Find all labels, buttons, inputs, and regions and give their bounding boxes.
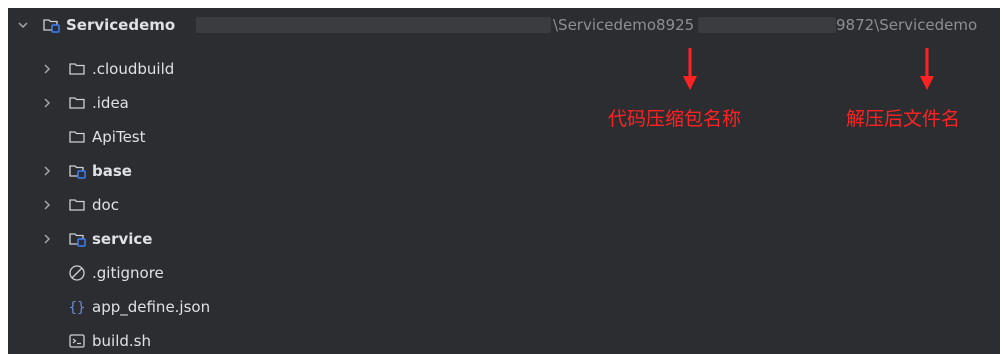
tree-item-label: .cloudbuild xyxy=(92,60,175,78)
redacted-path-block xyxy=(698,17,836,33)
chevron-right-icon[interactable] xyxy=(40,232,54,246)
ignored-file-icon xyxy=(68,264,86,282)
chevron-right-icon[interactable] xyxy=(40,62,54,76)
tree-item[interactable]: .gitignore xyxy=(8,256,1000,290)
tree-item-label: build.sh xyxy=(92,332,151,350)
tree-item[interactable]: base xyxy=(8,154,1000,188)
folder-icon xyxy=(68,128,86,146)
annotation-arrow-right xyxy=(920,48,934,90)
annotation-arrow-left xyxy=(683,48,697,90)
tree-item-label: app_define.json xyxy=(92,298,211,316)
folder-icon xyxy=(68,94,86,112)
tree-item[interactable]: doc xyxy=(8,188,1000,222)
module-folder-icon xyxy=(42,16,60,34)
chevron-down-icon[interactable] xyxy=(16,18,30,32)
folder-icon xyxy=(68,196,86,214)
svg-text:{}: {} xyxy=(69,300,86,316)
annotation-archive-name: 代码压缩包名称 xyxy=(608,108,742,130)
tree-item-label: .gitignore xyxy=(92,264,164,282)
annotation-extracted-name: 解压后文件名 xyxy=(846,108,961,130)
chevron-right-icon[interactable] xyxy=(40,96,54,110)
module-folder-icon xyxy=(68,162,86,180)
folder-icon xyxy=(68,60,86,78)
chevron-right-icon[interactable] xyxy=(40,164,54,178)
tree-item-label: .idea xyxy=(92,94,129,112)
module-folder-icon xyxy=(68,230,86,248)
tree-item-label: ApiTest xyxy=(92,128,146,146)
root-folder-name: Servicedemo xyxy=(66,16,176,34)
tree-item-label: doc xyxy=(92,196,119,214)
path-archive-name: \Servicedemo8925 xyxy=(553,16,695,34)
tree-item[interactable]: {} app_define.json xyxy=(8,290,1000,324)
tree-item[interactable]: service xyxy=(8,222,1000,256)
project-tree-panel: Servicedemo \Servicedemo8925 9872\Servic… xyxy=(8,8,1000,354)
tree-item[interactable]: .cloudbuild xyxy=(8,52,1000,86)
tree-row-root[interactable]: Servicedemo \Servicedemo8925 9872\Servic… xyxy=(8,8,1000,42)
tree-item-label: service xyxy=(92,230,153,248)
chevron-right-icon[interactable] xyxy=(40,198,54,212)
json-file-icon: {} xyxy=(68,298,86,316)
path-extracted-name: 9872\Servicedemo xyxy=(836,16,978,34)
redacted-path-block xyxy=(196,17,551,33)
tree-item-label: base xyxy=(92,162,132,180)
shell-script-icon xyxy=(68,332,86,350)
tree-item[interactable]: build.sh xyxy=(8,324,1000,354)
